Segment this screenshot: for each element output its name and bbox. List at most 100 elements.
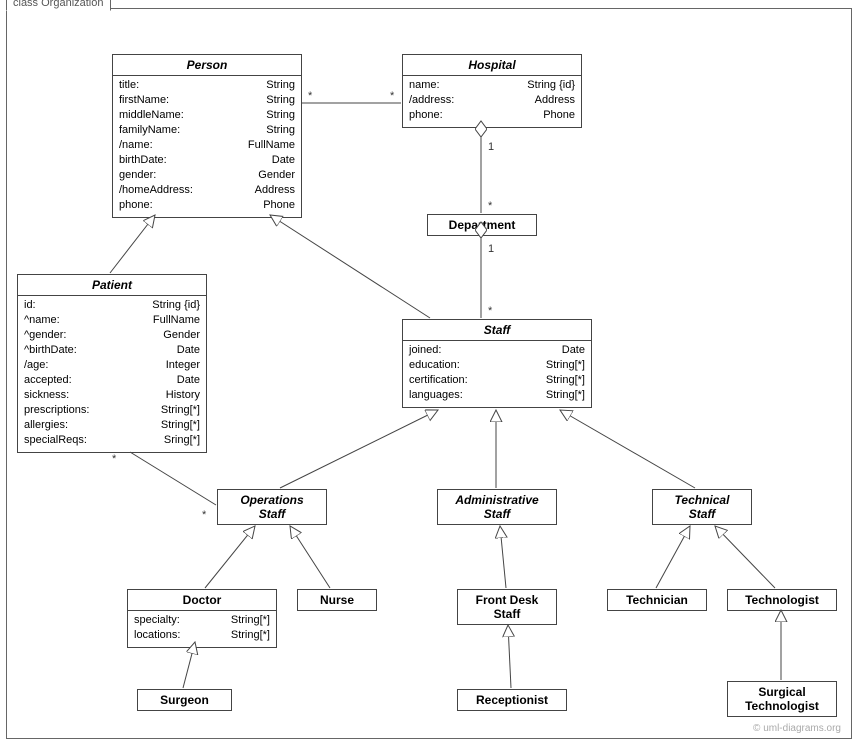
attr-name: /age: xyxy=(24,358,48,373)
class-attrs: title:StringfirstName:StringmiddleName:S… xyxy=(113,76,301,217)
class-title: Patient xyxy=(18,275,206,295)
class-department: Department xyxy=(427,214,537,236)
class-title: Department xyxy=(428,215,536,235)
package-frame: class Organization Person title:Stringfi… xyxy=(6,8,852,739)
class-receptionist: Receptionist xyxy=(457,689,567,711)
frame-label: class Organization xyxy=(6,0,111,11)
attr-row: name: String {id} xyxy=(409,78,575,93)
attr-row: ^birthDate:Date xyxy=(24,343,200,358)
attr-name: education: xyxy=(409,358,460,373)
attr-name: familyName: xyxy=(119,123,180,138)
attr-row: /age:Integer xyxy=(24,358,200,373)
class-title: Hospital xyxy=(403,55,581,75)
attr-type: FullName xyxy=(238,138,295,153)
attr-row: ^name: FullName xyxy=(24,313,200,328)
attr-name: /address: xyxy=(409,93,454,108)
attr-type: Date xyxy=(552,343,585,358)
class-title: Technician xyxy=(608,590,706,610)
attr-row: specialty:String[*] xyxy=(134,613,270,628)
class-frontdesk-staff: Front Desk Staff xyxy=(457,589,557,625)
class-title: Staff xyxy=(403,320,591,340)
attr-name: joined: xyxy=(409,343,441,358)
attr-name: allergies: xyxy=(24,418,68,433)
attr-name: name: xyxy=(409,78,440,93)
attr-type: Address xyxy=(525,93,575,108)
attr-row: gender:Gender xyxy=(119,168,295,183)
class-title: Surgical Technologist xyxy=(728,682,836,716)
attr-name: ^birthDate: xyxy=(24,343,77,358)
class-doctor: Doctor specialty:String[*]locations:Stri… xyxy=(127,589,277,648)
attr-type: String {id} xyxy=(142,298,200,313)
attr-name: ^gender: xyxy=(24,328,66,343)
class-hospital: Hospital name: String {id} /address: Addres… xyxy=(402,54,582,128)
class-title: Front Desk Staff xyxy=(458,590,556,624)
attr-row: education:String[*] xyxy=(409,358,585,373)
attr-type: Address xyxy=(245,183,295,198)
class-patient: Patient id:String {id}^name:FullName^gen… xyxy=(17,274,207,453)
watermark: © uml-diagrams.org xyxy=(753,723,841,734)
class-title: Operations Staff xyxy=(218,490,326,524)
class-attrs: name: String {id} /address: Addressphone:Ph… xyxy=(403,76,581,127)
attr-name: firstName: xyxy=(119,93,169,108)
class-administrative-staff: Administrative Staff xyxy=(437,489,557,525)
class-title: Doctor xyxy=(128,590,276,610)
attr-row: birthDate:Date xyxy=(119,153,295,168)
class-title: Technologist xyxy=(728,590,836,610)
attr-type: History xyxy=(156,388,200,403)
class-attrs: joined:Dateeducation:String[*]certificat… xyxy=(403,341,591,407)
class-title: Administrative Staff xyxy=(438,490,556,524)
attr-row: languages:String[*] xyxy=(409,388,585,403)
attr-type: Gender xyxy=(248,168,295,183)
class-staff: Staff joined:Dateeducation:String[*]cert… xyxy=(402,319,592,408)
attr-name: middleName: xyxy=(119,108,184,123)
attr-type: String xyxy=(256,108,295,123)
attr-type: Date xyxy=(167,373,200,388)
attr-type: String[*] xyxy=(221,628,270,643)
attr-name: /homeAddress: xyxy=(119,183,193,198)
class-technician: Technician xyxy=(607,589,707,611)
attr-name: title: xyxy=(119,78,139,93)
class-person: Person title:StringfirstName:Stringmiddl… xyxy=(112,54,302,218)
class-nurse: Nurse xyxy=(297,589,377,611)
attr-row: ^gender: Gender xyxy=(24,328,200,343)
attr-name: accepted: xyxy=(24,373,72,388)
attr-row: accepted: Date xyxy=(24,373,200,388)
attr-type: String {id} xyxy=(517,78,575,93)
attr-row: joined: Date xyxy=(409,343,585,358)
class-title: Person xyxy=(113,55,301,75)
attr-name: /name: xyxy=(119,138,153,153)
attr-name: specialReqs: xyxy=(24,433,87,448)
class-title: Receptionist xyxy=(458,690,566,710)
attr-type: String[*] xyxy=(151,418,200,433)
attr-name: prescriptions: xyxy=(24,403,89,418)
attr-row: specialReqs: Sring[*] xyxy=(24,433,200,448)
attr-row: sickness:History xyxy=(24,388,200,403)
attr-row: familyName: String xyxy=(119,123,295,138)
attr-type: Phone xyxy=(253,198,295,213)
attr-row: phone:Phone xyxy=(409,108,575,123)
attr-row: phone: Phone xyxy=(119,198,295,213)
class-attrs: id: String {id} ^name: FullName ^gender: Gend… xyxy=(18,296,206,452)
attr-row: id: String {id} xyxy=(24,298,200,313)
attr-type: Sring[*] xyxy=(154,433,200,448)
attr-row: locations:String[*] xyxy=(134,628,270,643)
attr-type: String xyxy=(256,78,295,93)
attr-name: birthDate: xyxy=(119,153,167,168)
attr-row: allergies: String[*] xyxy=(24,418,200,433)
attr-row: firstName:String xyxy=(119,93,295,108)
attr-row: /homeAddress: Address xyxy=(119,183,295,198)
class-attrs: specialty:String[*]locations:String[*] xyxy=(128,611,276,647)
attr-name: languages: xyxy=(409,388,463,403)
attr-name: id: xyxy=(24,298,36,313)
attr-name: phone: xyxy=(119,198,153,213)
attr-type: FullName xyxy=(143,313,200,328)
attr-type: String xyxy=(256,123,295,138)
class-title: Technical Staff xyxy=(653,490,751,524)
attr-name: ^name: xyxy=(24,313,60,328)
attr-type: String[*] xyxy=(536,373,585,388)
attr-type: Gender xyxy=(153,328,200,343)
attr-row: prescriptions: String[*] xyxy=(24,403,200,418)
attr-row: certification: String[*] xyxy=(409,373,585,388)
attr-type: String[*] xyxy=(151,403,200,418)
attr-name: certification: xyxy=(409,373,468,388)
